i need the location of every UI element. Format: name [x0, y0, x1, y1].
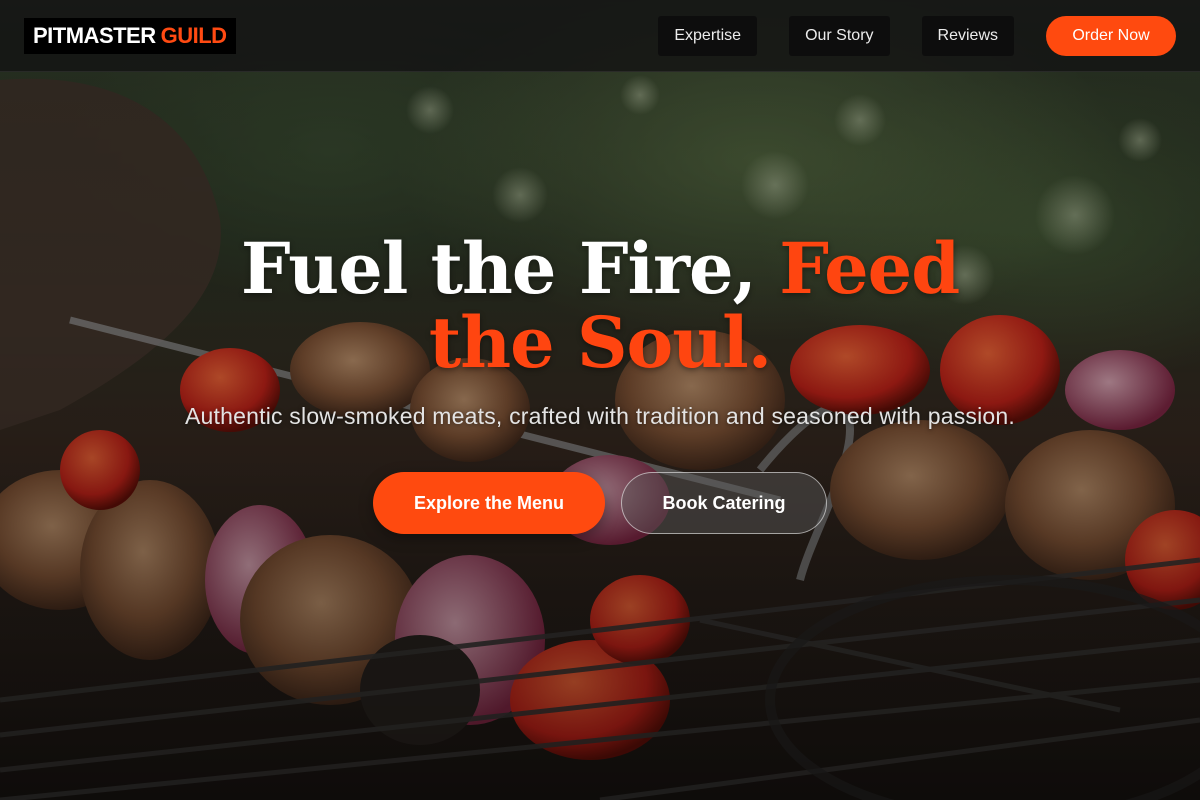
hero-headline: Fuel the Fire, Feed the Soul.	[200, 232, 1000, 380]
explore-menu-button[interactable]: Explore the Menu	[373, 472, 605, 534]
nav-link-our-story[interactable]: Our Story	[789, 15, 890, 56]
headline-white-part: Fuel the Fire,	[240, 227, 757, 310]
hero-subtitle: Authentic slow-smoked meats, crafted wit…	[185, 403, 1015, 429]
book-catering-button[interactable]: Book Catering	[621, 472, 827, 534]
hero-content: Fuel the Fire, Feed the Soul. Authentic …	[0, 232, 1200, 534]
top-navbar: PITMASTER GUILD Expertise Our Story Revi…	[0, 0, 1200, 72]
brand-name-primary: PITMASTER	[33, 22, 156, 48]
nav-link-reviews[interactable]: Reviews	[921, 15, 1014, 56]
nav-link-expertise[interactable]: Expertise	[658, 15, 758, 56]
brand-logo[interactable]: PITMASTER GUILD	[24, 17, 236, 54]
nav-links: Expertise Our Story Reviews Order Now	[658, 15, 1176, 56]
brand-name-accent: GUILD	[160, 22, 227, 48]
hero-cta-row: Explore the Menu Book Catering	[0, 472, 1200, 534]
order-now-button[interactable]: Order Now	[1046, 15, 1176, 56]
